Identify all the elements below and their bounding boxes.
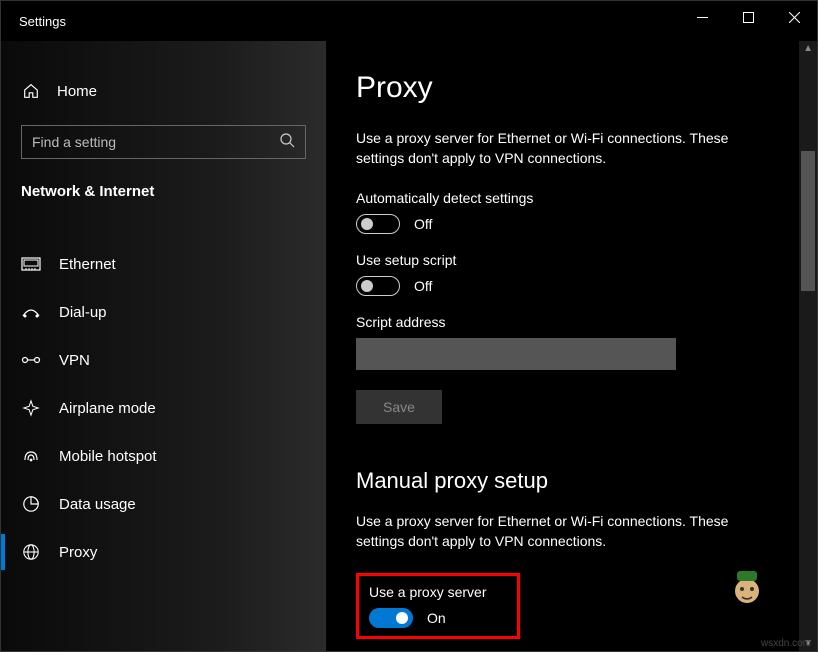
search-box[interactable] [21,125,306,159]
sidebar-item-dialup[interactable]: Dial-up [1,288,326,336]
main-panel: Proxy Use a proxy server for Ethernet or… [326,41,817,651]
home-icon [21,81,41,101]
manual-description: Use a proxy server for Ethernet or Wi-Fi… [356,512,776,551]
minimize-button[interactable] [679,1,725,33]
content-area: Home Network & Internet Ethernet [1,41,817,651]
settings-window: Settings Home [0,0,818,652]
close-button[interactable] [771,1,817,33]
sidebar-item-label: Dial-up [59,304,107,321]
scroll-up-icon[interactable]: ▲ [803,43,813,54]
sidebar-item-datausage[interactable]: Data usage [1,480,326,528]
auto-detect-label: Automatically detect settings [356,190,787,206]
setup-script-state: Off [414,278,432,294]
sidebar-item-hotspot[interactable]: Mobile hotspot [1,432,326,480]
use-proxy-label: Use a proxy server [369,584,507,600]
sidebar-item-vpn[interactable]: VPN [1,336,326,384]
vpn-icon [21,350,41,370]
window-title: Settings [19,14,66,29]
sidebar-item-label: VPN [59,352,90,369]
search-icon [279,132,295,153]
sidebar-item-label: Proxy [59,544,97,561]
setup-script-label: Use setup script [356,252,787,268]
airplane-icon [21,398,41,418]
scrollbar[interactable]: ▲ ▼ [799,41,817,651]
sidebar-item-label: Mobile hotspot [59,448,157,465]
category-header: Network & Internet [1,159,326,210]
home-label: Home [57,83,97,100]
hotspot-icon [21,446,41,466]
page-title: Proxy [356,71,787,105]
use-proxy-toggle[interactable] [369,608,413,628]
save-button[interactable]: Save [356,390,442,424]
sidebar: Home Network & Internet Ethernet [1,41,326,651]
auto-detect-toggle[interactable] [356,214,400,234]
sidebar-item-airplane[interactable]: Airplane mode [1,384,326,432]
sidebar-item-label: Data usage [59,496,136,513]
script-address-input[interactable] [356,338,676,370]
nav-list: Ethernet Dial-up VPN [1,240,326,576]
window-controls [679,1,817,41]
maximize-button[interactable] [725,1,771,33]
proxy-description: Use a proxy server for Ethernet or Wi-Fi… [356,129,776,168]
script-address-label: Script address [356,314,787,330]
data-usage-icon [21,494,41,514]
sidebar-item-ethernet[interactable]: Ethernet [1,240,326,288]
search-input[interactable] [32,134,279,150]
titlebar: Settings [1,1,817,41]
sidebar-item-proxy[interactable]: Proxy [1,528,326,576]
sidebar-item-label: Airplane mode [59,400,156,417]
scroll-thumb[interactable] [801,151,815,291]
assistant-mascot-icon [727,565,767,609]
manual-setup-header: Manual proxy setup [356,468,787,494]
highlight-box: Use a proxy server On [356,573,520,639]
dialup-icon [21,302,41,322]
use-proxy-state: On [427,610,446,626]
proxy-icon [21,542,41,562]
setup-script-toggle[interactable] [356,276,400,296]
home-link[interactable]: Home [1,71,326,111]
ethernet-icon [21,254,41,274]
auto-detect-state: Off [414,216,432,232]
watermark: wsxdn.com [761,638,811,649]
sidebar-item-label: Ethernet [59,256,116,273]
